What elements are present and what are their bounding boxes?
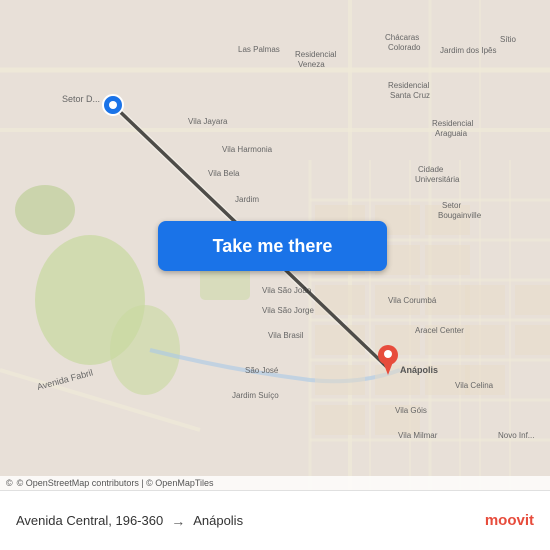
svg-text:Vila Brasil: Vila Brasil xyxy=(268,331,304,340)
svg-text:Residencial: Residencial xyxy=(388,81,430,90)
copyright-icon: © xyxy=(6,478,13,488)
svg-text:Bougainville: Bougainville xyxy=(438,211,482,220)
svg-text:Santa Cruz: Santa Cruz xyxy=(390,91,430,100)
svg-text:Setor: Setor xyxy=(442,201,461,210)
svg-text:Sítio: Sítio xyxy=(500,35,517,44)
bottom-bar: Avenida Central, 196-360 → Anápolis moov… xyxy=(0,490,550,550)
svg-text:Las Palmas: Las Palmas xyxy=(238,45,280,54)
attribution-text: © OpenStreetMap contributors | © OpenMap… xyxy=(17,478,214,488)
svg-text:Setor D...: Setor D... xyxy=(62,94,100,104)
svg-text:Jardim Suíço: Jardim Suíço xyxy=(232,391,279,400)
svg-text:Universitária: Universitária xyxy=(415,175,460,184)
svg-text:Araguaia: Araguaia xyxy=(435,129,468,138)
svg-text:Vila Celina: Vila Celina xyxy=(455,381,494,390)
svg-text:Novo Inf...: Novo Inf... xyxy=(498,431,534,440)
svg-text:Vila Milmar: Vila Milmar xyxy=(398,431,438,440)
svg-text:Vila Góis: Vila Góis xyxy=(395,406,427,415)
svg-text:Veneza: Veneza xyxy=(298,60,325,69)
svg-text:São José: São José xyxy=(245,366,279,375)
svg-text:Anápolis: Anápolis xyxy=(400,365,438,375)
svg-text:Aracel Center: Aracel Center xyxy=(415,326,464,335)
svg-text:Vila Jayara: Vila Jayara xyxy=(188,117,228,126)
svg-text:Chácaras: Chácaras xyxy=(385,33,419,42)
svg-text:Colorado: Colorado xyxy=(388,43,421,52)
svg-text:Residencial: Residencial xyxy=(432,119,474,128)
svg-text:Vila São Jorge: Vila São Jorge xyxy=(262,306,314,315)
route-info: Avenida Central, 196-360 → Anápolis xyxy=(16,513,485,529)
destination-label: Anápolis xyxy=(193,513,243,528)
svg-text:Jardim dos Ipês: Jardim dos Ipês xyxy=(440,46,496,55)
take-me-there-button[interactable]: Take me there xyxy=(158,221,387,271)
svg-text:Jardim: Jardim xyxy=(235,195,259,204)
svg-text:Cidade: Cidade xyxy=(418,165,444,174)
map-attribution: © © OpenStreetMap contributors | © OpenM… xyxy=(0,476,550,490)
moovit-brand-text: moovit xyxy=(485,512,534,529)
origin-label: Avenida Central, 196-360 xyxy=(16,513,163,528)
svg-text:Vila Corumbá: Vila Corumbá xyxy=(388,296,437,305)
route-arrow-icon: → xyxy=(171,513,185,529)
svg-text:Vila Bela: Vila Bela xyxy=(208,169,240,178)
svg-text:Vila Harmonia: Vila Harmonia xyxy=(222,145,273,154)
map-container: Setor D... Las Palmas Residencial Veneza… xyxy=(0,0,550,490)
svg-text:Residencial: Residencial xyxy=(295,50,337,59)
moovit-logo: moovit xyxy=(485,512,534,529)
